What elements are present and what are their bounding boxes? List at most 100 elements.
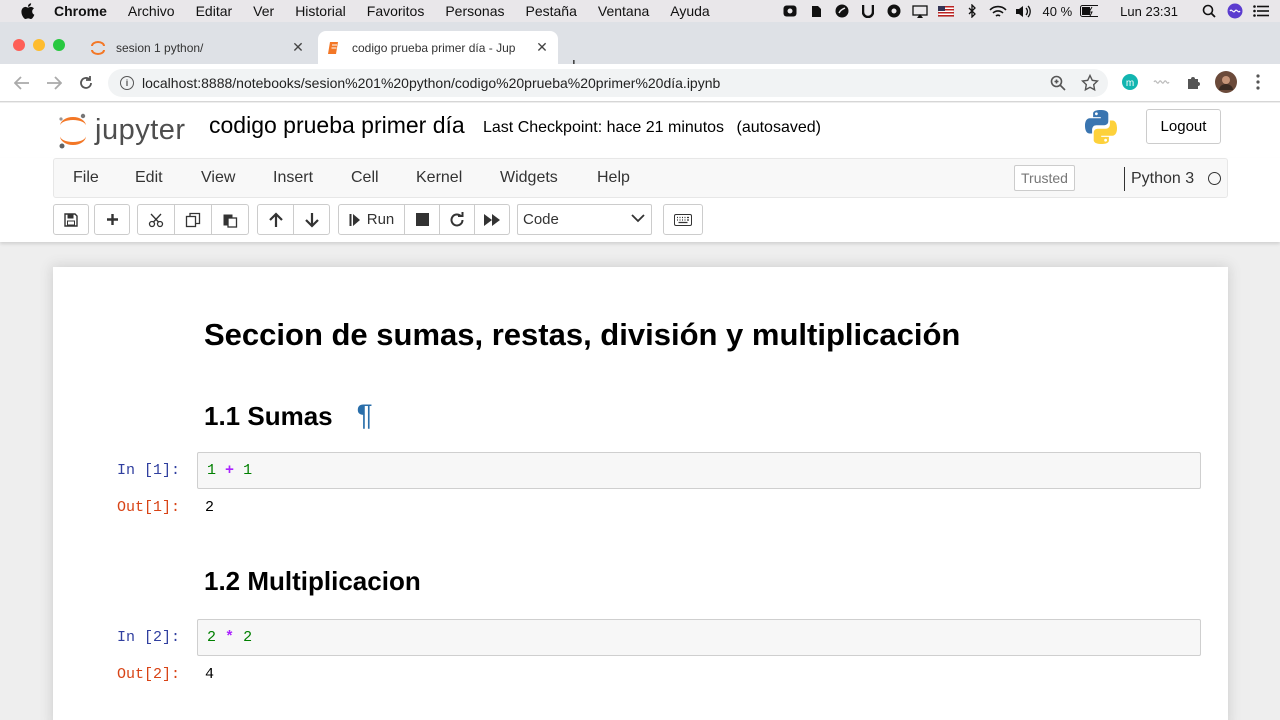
menu-ventana[interactable]: Ventana bbox=[598, 3, 649, 19]
grammarly-icon[interactable] bbox=[833, 4, 851, 18]
screen-record-icon[interactable] bbox=[781, 4, 799, 18]
vpn-icon[interactable] bbox=[885, 4, 903, 18]
reload-icon[interactable] bbox=[76, 73, 96, 93]
menu-pestana[interactable]: Pestaña bbox=[526, 3, 577, 19]
chrome-menu-icon[interactable] bbox=[1246, 70, 1270, 94]
window-zoom-button[interactable] bbox=[53, 39, 65, 51]
close-icon[interactable]: ✕ bbox=[534, 39, 550, 56]
jupyter-menubar: File Edit View Insert Cell Kernel Widget… bbox=[53, 158, 1228, 198]
menu-help[interactable]: Help bbox=[597, 169, 630, 187]
flag-us-icon[interactable] bbox=[937, 4, 955, 18]
tab-sesion-python[interactable]: sesion 1 python/ ✕ bbox=[82, 31, 314, 64]
menu-cell[interactable]: Cell bbox=[351, 169, 379, 187]
window-minimize-button[interactable] bbox=[33, 39, 45, 51]
address-bar[interactable]: i localhost:8888/notebooks/sesion%201%20… bbox=[108, 69, 1108, 97]
battery-icon[interactable] bbox=[1080, 4, 1099, 18]
input-prompt: In [2]: bbox=[117, 629, 181, 646]
close-icon[interactable]: ✕ bbox=[290, 39, 306, 56]
forward-icon[interactable] bbox=[44, 73, 64, 93]
bluetooth-icon[interactable] bbox=[963, 4, 981, 18]
bookmark-star-icon[interactable] bbox=[1080, 73, 1100, 93]
paste-button[interactable] bbox=[211, 204, 249, 235]
battery-percent: 40 % bbox=[1042, 3, 1073, 19]
menu-widgets[interactable]: Widgets bbox=[500, 169, 558, 187]
profile-avatar[interactable] bbox=[1214, 70, 1238, 94]
chevron-down-icon bbox=[631, 214, 645, 223]
macos-menu-bar: Chrome Archivo Editar Ver Historial Favo… bbox=[0, 0, 1280, 22]
spotlight-search-icon[interactable] bbox=[1200, 4, 1218, 18]
heading-text: 1.2 Multiplicacion bbox=[204, 566, 421, 596]
code-token-operator: * bbox=[225, 629, 235, 646]
markdown-heading-1[interactable]: Seccion de sumas, restas, división y mul… bbox=[204, 317, 960, 353]
menu-archivo[interactable]: Archivo bbox=[128, 3, 175, 19]
menu-editar[interactable]: Editar bbox=[196, 3, 233, 19]
menu-app-chrome[interactable]: Chrome bbox=[54, 3, 107, 19]
extensions-puzzle-icon[interactable] bbox=[1182, 70, 1206, 94]
markdown-heading-sumas[interactable]: 1.1 Sumas ¶ bbox=[204, 399, 373, 433]
extension-m-icon[interactable]: m bbox=[1118, 70, 1142, 94]
fast-forward-icon bbox=[484, 213, 500, 226]
code-cell-input[interactable]: 2 * 2 bbox=[197, 619, 1201, 656]
siri-icon[interactable] bbox=[1226, 3, 1244, 19]
code-cell-input[interactable]: 1 + 1 bbox=[197, 452, 1201, 489]
restart-run-all-button[interactable] bbox=[474, 204, 510, 235]
zoom-icon[interactable] bbox=[1048, 73, 1068, 93]
code-token-number: 2 bbox=[207, 629, 217, 646]
code-token-operator: + bbox=[225, 462, 235, 479]
menu-ayuda[interactable]: Ayuda bbox=[670, 3, 709, 19]
jupyter-logo-icon bbox=[59, 113, 86, 149]
checkpoint-text: Last Checkpoint: hace 21 minutos bbox=[483, 119, 725, 136]
tab-codigo-prueba[interactable]: codigo prueba primer día - Jup ✕ bbox=[318, 31, 558, 64]
jupyter-header: jupyter codigo prueba primer día Last Ch… bbox=[0, 103, 1280, 158]
markdown-heading-multiplicacion[interactable]: 1.2 Multiplicacion bbox=[204, 566, 421, 597]
url-text: localhost:8888/notebooks/sesion%201%20py… bbox=[142, 75, 721, 91]
menu-favoritos[interactable]: Favoritos bbox=[367, 3, 425, 19]
window-close-button[interactable] bbox=[13, 39, 25, 51]
volume-icon[interactable] bbox=[1015, 4, 1033, 18]
cell-type-select[interactable]: Code bbox=[517, 204, 652, 235]
toolbar-group-edit bbox=[137, 204, 249, 235]
site-info-icon[interactable]: i bbox=[120, 76, 134, 90]
apple-icon[interactable] bbox=[20, 3, 36, 19]
move-up-button[interactable] bbox=[257, 204, 294, 235]
menu-insert[interactable]: Insert bbox=[273, 169, 313, 187]
notification-center-icon[interactable] bbox=[1252, 4, 1270, 18]
trusted-badge[interactable]: Trusted bbox=[1014, 165, 1075, 191]
svg-text:m: m bbox=[1126, 78, 1134, 89]
output-prompt: Out[2]: bbox=[117, 666, 181, 683]
output-prompt: Out[1]: bbox=[117, 499, 181, 516]
run-button[interactable]: Run bbox=[338, 204, 405, 235]
jupyter-wordmark: jupyter bbox=[95, 113, 186, 146]
menu-kernel[interactable]: Kernel bbox=[416, 169, 462, 187]
menu-view[interactable]: View bbox=[201, 169, 235, 187]
code-token-number: 1 bbox=[243, 462, 253, 479]
airplay-icon[interactable] bbox=[911, 4, 929, 18]
anchor-link[interactable]: ¶ bbox=[357, 399, 373, 432]
menu-personas[interactable]: Personas bbox=[445, 3, 504, 19]
extension-wave-icon[interactable] bbox=[1150, 70, 1174, 94]
menu-edit[interactable]: Edit bbox=[135, 169, 163, 187]
back-icon[interactable] bbox=[12, 73, 32, 93]
clock[interactable]: Lun 23:31 bbox=[1120, 4, 1178, 19]
insert-cell-button[interactable] bbox=[94, 204, 130, 235]
notebook-title[interactable]: codigo prueba primer día bbox=[209, 112, 465, 139]
autosave-status: (autosaved) bbox=[736, 119, 821, 136]
copy-button[interactable] bbox=[174, 204, 212, 235]
save-button[interactable] bbox=[53, 204, 89, 235]
cell-output: 2 bbox=[205, 499, 215, 516]
interrupt-kernel-button[interactable] bbox=[404, 204, 440, 235]
arrow-down-icon bbox=[304, 212, 319, 228]
wifi-icon[interactable] bbox=[988, 4, 1007, 18]
command-palette-button[interactable] bbox=[663, 204, 703, 235]
menu-file[interactable]: File bbox=[73, 169, 99, 187]
restart-kernel-button[interactable] bbox=[439, 204, 475, 235]
menu-ver[interactable]: Ver bbox=[253, 3, 274, 19]
cut-button[interactable] bbox=[137, 204, 175, 235]
browser-toolbar: i localhost:8888/notebooks/sesion%201%20… bbox=[0, 64, 1280, 102]
menu-historial[interactable]: Historial bbox=[295, 3, 346, 19]
jupyter-logo[interactable]: jupyter bbox=[57, 110, 186, 150]
u-icon[interactable] bbox=[859, 4, 877, 18]
logout-button[interactable]: Logout bbox=[1146, 109, 1221, 144]
evernote-icon[interactable] bbox=[807, 4, 825, 18]
move-down-button[interactable] bbox=[293, 204, 330, 235]
